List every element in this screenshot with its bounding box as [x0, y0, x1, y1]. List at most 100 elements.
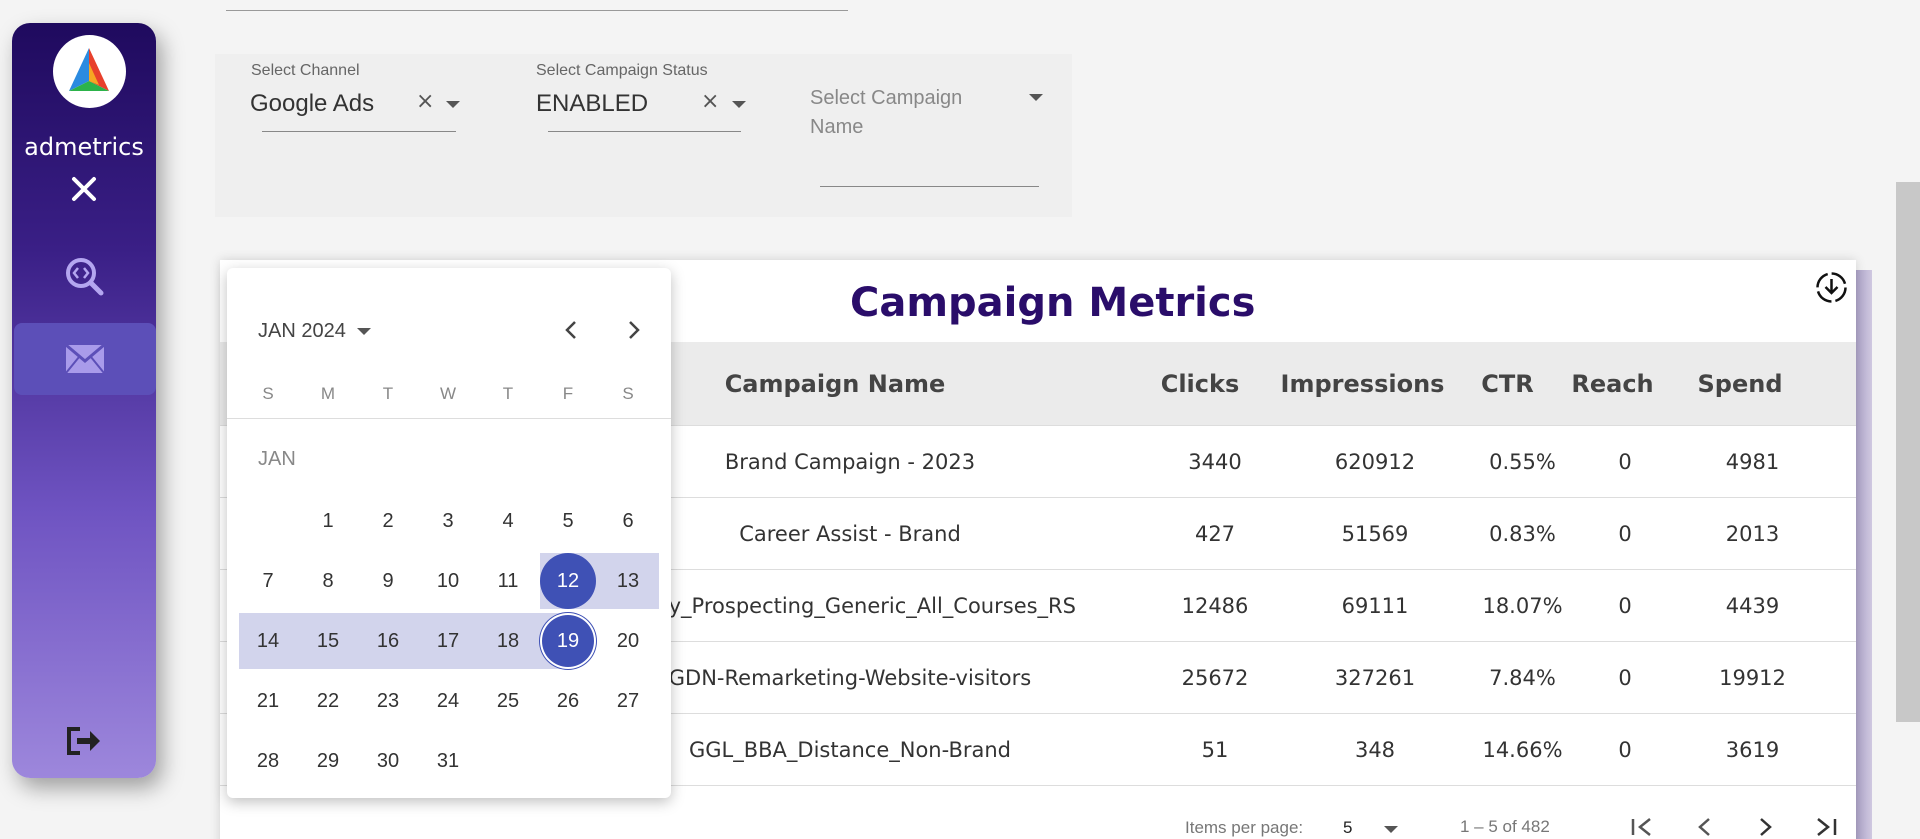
status-clear-icon[interactable]: × — [701, 89, 719, 114]
channel-underline — [262, 131, 456, 132]
calendar-day[interactable]: 8 — [300, 553, 356, 609]
calendar-day[interactable]: 20 — [600, 613, 656, 669]
calendar-day[interactable]: 15 — [300, 613, 356, 669]
col-campaign-name[interactable]: Campaign Name — [720, 370, 950, 398]
cell-impressions: 620912 — [1334, 450, 1416, 474]
cell-spend: 4439 — [1725, 594, 1780, 618]
calendar-day[interactable]: 18 — [480, 613, 536, 669]
col-impressions[interactable]: Impressions — [1280, 370, 1445, 398]
cell-spend: 3619 — [1725, 738, 1780, 762]
dow-label: F — [562, 384, 574, 403]
close-icon — [72, 177, 96, 201]
items-per-page-select[interactable]: 5 — [1343, 818, 1352, 838]
cell-campaign-name: GGL_BBA_Distance_Non-Brand — [689, 738, 1011, 762]
previous-month-icon[interactable] — [560, 318, 584, 342]
calendar-day[interactable]: 21 — [240, 673, 296, 729]
calendar-divider — [227, 418, 671, 419]
channel-select[interactable]: Google Ads — [250, 90, 374, 118]
cell-reach: 0 — [1618, 738, 1632, 762]
calendar-day[interactable]: 30 — [360, 733, 416, 789]
cell-ctr: 7.84% — [1489, 666, 1556, 690]
month-year-select[interactable]: JAN 2024 — [258, 320, 372, 343]
channel-label: Select Channel — [251, 62, 360, 79]
first-page-icon[interactable] — [1628, 815, 1658, 839]
month-dropdown-icon — [357, 328, 372, 336]
logout-button[interactable] — [12, 713, 156, 769]
calendar-day[interactable]: 4 — [480, 493, 536, 549]
calendar-day[interactable]: 24 — [420, 673, 476, 729]
calendar-day[interactable]: 2 — [360, 493, 416, 549]
calendar-day[interactable]: 27 — [600, 673, 656, 729]
page-scrollbar[interactable] — [1896, 182, 1920, 722]
dow-label: M — [320, 384, 336, 403]
calendar-day[interactable]: 11 — [480, 553, 536, 609]
col-clicks[interactable]: Clicks — [1150, 370, 1250, 398]
dow-label: T — [502, 384, 514, 403]
calendar-day[interactable]: 1 — [300, 493, 356, 549]
col-reach[interactable]: Reach — [1565, 370, 1660, 398]
search-code-icon — [66, 258, 104, 296]
calendar-day-range-start[interactable]: 12 — [540, 553, 596, 609]
calendar-day[interactable]: 7 — [240, 553, 296, 609]
download-button[interactable] — [1815, 271, 1848, 304]
cell-ctr: 14.66% — [1482, 738, 1563, 762]
cell-spend: 19912 — [1719, 666, 1786, 690]
divider-line — [226, 10, 848, 11]
dow-label: W — [439, 384, 457, 403]
campaign-name-select[interactable]: Select Campaign Name — [810, 84, 980, 142]
items-per-page-dropdown-icon[interactable] — [1384, 826, 1398, 833]
cell-spend: 2013 — [1725, 522, 1780, 546]
cell-spend: 4981 — [1725, 450, 1780, 474]
nav-analysis[interactable] — [12, 248, 156, 304]
calendar-day[interactable]: 31 — [420, 733, 476, 789]
campaign-dropdown-icon[interactable] — [1029, 94, 1043, 101]
cell-campaign-name: Career Assist - Brand — [739, 522, 961, 546]
calendar-day[interactable]: 17 — [420, 613, 476, 669]
metrics-title: Campaign Metrics — [850, 280, 1256, 326]
close-sidebar-button[interactable] — [12, 161, 156, 217]
cell-impressions: 348 — [1354, 738, 1396, 762]
previous-page-icon[interactable] — [1690, 815, 1720, 839]
calendar-day[interactable]: 16 — [360, 613, 416, 669]
channel-clear-icon[interactable]: × — [416, 89, 434, 114]
cell-clicks: 427 — [1194, 522, 1236, 546]
calendar-day[interactable]: 23 — [360, 673, 416, 729]
calendar-day[interactable]: 14 — [240, 613, 296, 669]
calendar-day[interactable]: 25 — [480, 673, 536, 729]
pagination-range: 1 – 5 of 482 — [1460, 817, 1550, 836]
cell-campaign-name: ry_Prospecting_Generic_All_Courses_RS — [660, 594, 1076, 618]
col-ctr[interactable]: CTR — [1470, 370, 1545, 398]
last-page-icon[interactable] — [1810, 815, 1840, 839]
calendar-day[interactable]: 28 — [240, 733, 296, 789]
next-month-icon[interactable] — [621, 318, 645, 342]
calendar-day[interactable]: 6 — [600, 493, 656, 549]
calendar-day[interactable]: 26 — [540, 673, 596, 729]
calendar-day[interactable]: 10 — [420, 553, 476, 609]
channel-dropdown-icon[interactable] — [446, 101, 460, 108]
calendar-day[interactable]: 9 — [360, 553, 416, 609]
cell-campaign-name: Brand Campaign - 2023 — [724, 450, 976, 474]
cell-impressions: 327261 — [1334, 666, 1416, 690]
cell-campaign-name: GDN-Remarketing-Website-visitors — [668, 666, 1032, 690]
calendar-day[interactable]: 29 — [300, 733, 356, 789]
mail-icon — [65, 343, 105, 374]
calendar-day[interactable]: 3 — [420, 493, 476, 549]
cell-clicks: 25672 — [1181, 666, 1249, 690]
next-page-icon[interactable] — [1750, 815, 1780, 839]
month-year-label: JAN 2024 — [258, 320, 346, 342]
cell-clicks: 12486 — [1181, 594, 1249, 618]
calendar-day-range-end[interactable]: 19 — [540, 613, 596, 669]
col-spend[interactable]: Spend — [1690, 370, 1790, 398]
admetrics-logo-icon — [53, 35, 126, 108]
calendar-day[interactable]: 5 — [540, 493, 596, 549]
nav-mail[interactable] — [14, 323, 156, 395]
status-select[interactable]: ENABLED — [536, 90, 648, 118]
sidebar: admetrics — [12, 23, 156, 778]
cell-reach: 0 — [1618, 450, 1632, 474]
calendar-day[interactable]: 22 — [300, 673, 356, 729]
calendar-day[interactable]: 13 — [600, 553, 656, 609]
cell-ctr: 0.83% — [1489, 522, 1556, 546]
cell-reach: 0 — [1618, 522, 1632, 546]
status-dropdown-icon[interactable] — [732, 101, 746, 108]
cell-reach: 0 — [1618, 594, 1632, 618]
